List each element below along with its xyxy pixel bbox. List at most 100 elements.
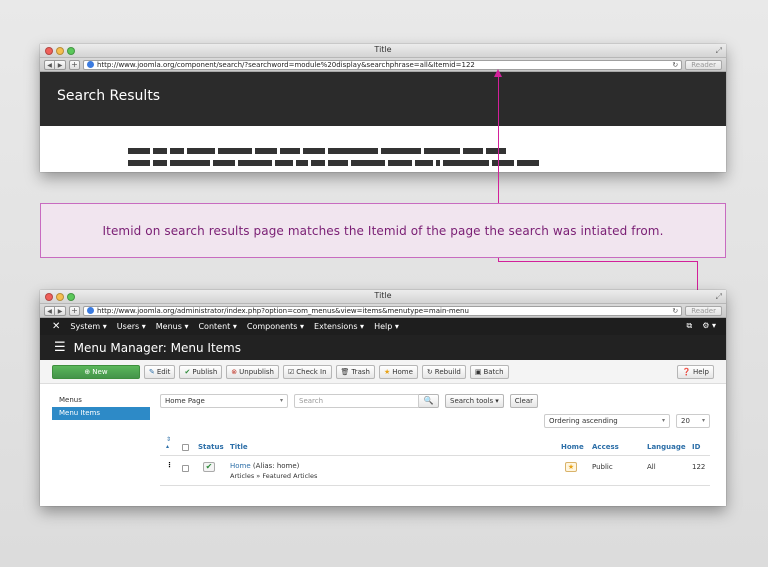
batch-icon: ▣ xyxy=(474,367,482,376)
back-forward-buttons: ◀ ▶ xyxy=(44,59,66,70)
edit-button[interactable]: ✎ Edit xyxy=(144,364,176,379)
page-title: Menu Manager: Menu Items xyxy=(73,340,241,355)
joomla-logo-icon[interactable]: ✕ xyxy=(52,321,60,332)
checkbox-icon: ☑ xyxy=(288,367,295,376)
add-bookmark-button[interactable]: + xyxy=(69,59,80,70)
row-checkbox[interactable] xyxy=(182,465,189,472)
browser-toolbar: ◀ ▶ + http://www.joomla.org/component/se… xyxy=(40,58,726,72)
column-header-language[interactable]: Language xyxy=(647,443,686,451)
chevron-down-icon: ▾ xyxy=(701,417,705,424)
column-header-home[interactable]: Home xyxy=(561,443,584,451)
home-button[interactable]: ★ Home xyxy=(378,364,418,379)
menu-select[interactable]: Home Page ▾ xyxy=(160,394,288,408)
drag-handle-icon[interactable]: ⋮ xyxy=(166,461,173,469)
trash-icon: 🗑 xyxy=(340,367,350,376)
address-bar[interactable]: http://www.joomla.org/component/search/?… xyxy=(83,59,683,70)
column-header-status[interactable]: Status xyxy=(198,443,224,451)
reload-icon[interactable]: ↻ xyxy=(672,61,678,69)
globe-icon xyxy=(87,61,94,68)
globe-icon xyxy=(87,307,94,314)
item-id: 122 xyxy=(692,463,706,471)
check-in-button[interactable]: ☑ Check In xyxy=(283,364,332,379)
url-text[interactable]: http://www.joomla.org/administrator/inde… xyxy=(97,307,669,315)
item-language: All xyxy=(647,463,656,471)
external-link-icon[interactable]: ⧉ xyxy=(687,321,693,331)
menu-components[interactable]: Components ▾ xyxy=(247,322,304,331)
forward-button[interactable]: ▶ xyxy=(55,305,66,316)
ordering-sort-icon[interactable]: ⇕ ▴ xyxy=(166,436,171,450)
admin-content: Menus Menu Items Home Page ▾ Search 🔍 Se… xyxy=(40,384,726,504)
page-header: ☰ Menu Manager: Menu Items xyxy=(40,335,726,360)
ordering-select[interactable]: Ordering ascending ▾ xyxy=(544,414,670,428)
page-title: Search Results xyxy=(40,72,726,126)
clear-button[interactable]: Clear xyxy=(509,394,539,408)
window-titlebar: Title ⤢ xyxy=(40,44,726,58)
chevron-down-icon: ▾ xyxy=(279,397,283,404)
menu-items-table: ⇕ ▴ Status Title Home Access Language ID … xyxy=(160,436,710,486)
annotation-callout: Itemid on search results page matches th… xyxy=(40,203,726,258)
help-button[interactable]: ❓ Help xyxy=(677,365,714,379)
star-icon: ★ xyxy=(383,367,391,376)
forward-button[interactable]: ▶ xyxy=(55,59,66,70)
search-group: Search 🔍 xyxy=(294,394,439,408)
sidebar-item-menu-items[interactable]: Menu Items xyxy=(52,407,150,420)
menu-system[interactable]: System ▾ xyxy=(70,322,106,331)
navbar-right-tools: ⧉ ⚙ ▾ xyxy=(687,321,716,331)
back-button[interactable]: ◀ xyxy=(44,59,55,70)
search-icon: 🔍 xyxy=(423,396,434,405)
item-category: Articles » Featured Articles xyxy=(230,472,318,480)
search-button[interactable]: 🔍 xyxy=(419,394,439,408)
reload-icon[interactable]: ↻ xyxy=(672,307,678,315)
admin-main-menu: System ▾ Users ▾ Menus ▾ Content ▾ Compo… xyxy=(70,322,398,331)
plus-circle-icon: ⊕ xyxy=(84,367,91,376)
joomla-admin-navbar: ✕ System ▾ Users ▾ Menus ▾ Content ▾ Com… xyxy=(40,318,726,335)
question-icon: ❓ xyxy=(682,368,692,376)
select-all-checkbox[interactable] xyxy=(182,444,189,451)
menu-users[interactable]: Users ▾ xyxy=(117,322,146,331)
url-text[interactable]: http://www.joomla.org/component/search/?… xyxy=(97,61,669,69)
published-status-toggle[interactable]: ✔ xyxy=(203,462,215,472)
menu-extensions[interactable]: Extensions ▾ xyxy=(314,322,364,331)
chevron-down-icon: ▾ xyxy=(661,417,665,424)
search-results-browser-window: Title ⤢ ◀ ▶ + http://www.joomla.org/comp… xyxy=(40,44,726,172)
column-header-access[interactable]: Access xyxy=(592,443,619,451)
item-title-cell: Home (Alias: home) xyxy=(230,462,299,470)
new-button[interactable]: ⊕ New xyxy=(52,364,140,379)
annotation-text: Itemid on search results page matches th… xyxy=(102,223,664,238)
search-input[interactable]: Search xyxy=(294,394,419,408)
table-header-row: ⇕ ▴ Status Title Home Access Language ID xyxy=(160,436,710,456)
limit-select[interactable]: 20 ▾ xyxy=(676,414,710,428)
address-bar[interactable]: http://www.joomla.org/administrator/inde… xyxy=(83,305,683,316)
reader-button[interactable]: Reader xyxy=(685,59,722,70)
check-icon: ✔ xyxy=(184,367,191,376)
item-access: Public xyxy=(592,463,613,471)
table-row: ⋮ ✔ Home (Alias: home) Articles » Featur… xyxy=(160,456,710,486)
unpublish-icon: ⊗ xyxy=(231,367,238,376)
add-bookmark-button[interactable]: + xyxy=(69,305,80,316)
default-home-toggle[interactable]: ★ xyxy=(565,462,577,472)
annotation-connector-line xyxy=(498,76,499,203)
menu-content[interactable]: Content ▾ xyxy=(198,322,236,331)
batch-button[interactable]: ▣ Batch xyxy=(469,364,509,379)
publish-button[interactable]: ✔ Publish xyxy=(179,364,223,379)
item-alias: (Alias: home) xyxy=(252,462,300,470)
column-header-title[interactable]: Title xyxy=(230,443,248,451)
filter-bar: Home Page ▾ Search 🔍 Search tools ▾ Clea… xyxy=(160,394,539,408)
arrow-up-icon xyxy=(494,69,502,77)
menu-help[interactable]: Help ▾ xyxy=(374,322,399,331)
gear-icon[interactable]: ⚙ ▾ xyxy=(702,321,716,331)
sidebar: Menus Menu Items xyxy=(52,394,150,420)
item-title-link[interactable]: Home xyxy=(230,462,251,470)
fullscreen-icon[interactable]: ⤢ xyxy=(716,292,722,302)
rebuild-button[interactable]: ↻ Rebuild xyxy=(421,364,466,379)
search-tools-button[interactable]: Search tools ▾ xyxy=(445,394,504,408)
trash-button[interactable]: 🗑 Trash xyxy=(335,364,375,379)
admin-toolbar: ⊕ New ✎ Edit ✔ Publish ⊗ Unpublish ☑ Che… xyxy=(40,360,726,384)
column-header-id[interactable]: ID xyxy=(692,443,700,451)
menu-menus[interactable]: Menus ▾ xyxy=(156,322,189,331)
back-button[interactable]: ◀ xyxy=(44,305,55,316)
reader-button[interactable]: Reader xyxy=(685,305,722,316)
sidebar-item-menus[interactable]: Menus xyxy=(52,394,150,407)
unpublish-button[interactable]: ⊗ Unpublish xyxy=(226,364,279,379)
fullscreen-icon[interactable]: ⤢ xyxy=(716,46,722,56)
